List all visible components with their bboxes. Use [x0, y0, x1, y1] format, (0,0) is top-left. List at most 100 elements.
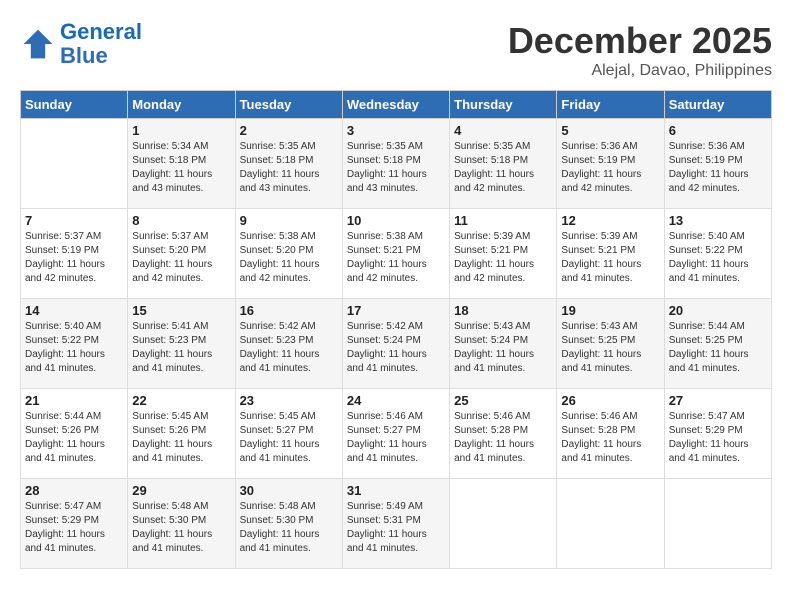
calendar-cell: 1 Sunrise: 5:34 AMSunset: 5:18 PMDaylight… [128, 119, 235, 209]
day-info: Sunrise: 5:39 AMSunset: 5:21 PMDaylight:… [454, 230, 552, 286]
day-number: 18 [454, 303, 552, 318]
day-info: Sunrise: 5:35 AMSunset: 5:18 PMDaylight:… [240, 140, 338, 196]
calendar-week-row: 21 Sunrise: 5:44 AMSunset: 5:26 PMDayligh… [21, 389, 772, 479]
day-number: 12 [561, 213, 659, 228]
day-info: Sunrise: 5:46 AMSunset: 5:28 PMDaylight:… [454, 410, 552, 466]
weekday-header-sunday: Sunday [21, 91, 128, 119]
day-info: Sunrise: 5:36 AMSunset: 5:19 PMDaylight:… [561, 140, 659, 196]
weekday-header-wednesday: Wednesday [342, 91, 449, 119]
day-info: Sunrise: 5:39 AMSunset: 5:21 PMDaylight:… [561, 230, 659, 286]
day-info: Sunrise: 5:46 AMSunset: 5:27 PMDaylight:… [347, 410, 445, 466]
page-header: General Blue December 2025 Alejal, Davao… [20, 20, 772, 80]
calendar-cell: 27Sunrise: 5:47 AMSunset: 5:29 PMDayligh… [664, 389, 771, 479]
day-number: 15 [132, 303, 230, 318]
day-info: Sunrise: 5:48 AMSunset: 5:30 PMDaylight:… [132, 500, 230, 556]
weekday-header-tuesday: Tuesday [235, 91, 342, 119]
day-number: 5 [561, 123, 659, 138]
weekday-header-friday: Friday [557, 91, 664, 119]
calendar-cell: 22Sunrise: 5:45 AMSunset: 5:26 PMDayligh… [128, 389, 235, 479]
day-info: Sunrise: 5:38 AMSunset: 5:21 PMDaylight:… [347, 230, 445, 286]
day-number: 4 [454, 123, 552, 138]
weekday-header-saturday: Saturday [664, 91, 771, 119]
day-number: 25 [454, 393, 552, 408]
calendar-cell: 23 Sunrise: 5:45 AMSunset: 5:27 PMDayligh… [235, 389, 342, 479]
day-info: Sunrise: 5:35 AMSunset: 5:18 PMDaylight:… [454, 140, 552, 196]
calendar-cell: 13Sunrise: 5:40 AMSunset: 5:22 PMDayligh… [664, 209, 771, 299]
day-number: 16 [240, 303, 338, 318]
day-info: Sunrise: 5:37 AMSunset: 5:19 PMDaylight:… [25, 230, 123, 286]
day-info: Sunrise: 5:42 AMSunset: 5:23 PMDaylight:… [240, 320, 338, 376]
day-info: Sunrise: 5:44 AMSunset: 5:26 PMDaylight:… [25, 410, 123, 466]
calendar-cell: 16 Sunrise: 5:42 AMSunset: 5:23 PMDayligh… [235, 299, 342, 389]
calendar-cell: 6Sunrise: 5:36 AMSunset: 5:19 PMDaylight… [664, 119, 771, 209]
day-info: Sunrise: 5:48 AMSunset: 5:30 PMDaylight:… [240, 500, 338, 556]
day-info: Sunrise: 5:38 AMSunset: 5:20 PMDaylight:… [240, 230, 338, 286]
day-info: Sunrise: 5:45 AMSunset: 5:26 PMDaylight:… [132, 410, 230, 466]
day-number: 23 [240, 393, 338, 408]
day-info: Sunrise: 5:44 AMSunset: 5:25 PMDaylight:… [669, 320, 767, 376]
day-number: 1 [132, 123, 230, 138]
calendar-cell: 26 Sunrise: 5:46 AMSunset: 5:28 PMDayligh… [557, 389, 664, 479]
day-number: 2 [240, 123, 338, 138]
day-info: Sunrise: 5:46 AMSunset: 5:28 PMDaylight:… [561, 410, 659, 466]
calendar-cell: 9 Sunrise: 5:38 AMSunset: 5:20 PMDaylight… [235, 209, 342, 299]
day-number: 9 [240, 213, 338, 228]
day-number: 26 [561, 393, 659, 408]
weekday-header-thursday: Thursday [450, 91, 557, 119]
day-info: Sunrise: 5:47 AMSunset: 5:29 PMDaylight:… [25, 500, 123, 556]
location: Alejal, Davao, Philippines [508, 62, 772, 80]
day-info: Sunrise: 5:40 AMSunset: 5:22 PMDaylight:… [25, 320, 123, 376]
calendar-cell: 11 Sunrise: 5:39 AMSunset: 5:21 PMDayligh… [450, 209, 557, 299]
calendar-cell: 17 Sunrise: 5:42 AMSunset: 5:24 PMDayligh… [342, 299, 449, 389]
day-number: 19 [561, 303, 659, 318]
calendar-cell [557, 479, 664, 569]
day-info: Sunrise: 5:40 AMSunset: 5:22 PMDaylight:… [669, 230, 767, 286]
day-info: Sunrise: 5:49 AMSunset: 5:31 PMDaylight:… [347, 500, 445, 556]
day-number: 3 [347, 123, 445, 138]
day-info: Sunrise: 5:42 AMSunset: 5:24 PMDaylight:… [347, 320, 445, 376]
calendar-cell: 15 Sunrise: 5:41 AMSunset: 5:23 PMDayligh… [128, 299, 235, 389]
month-title: December 2025 [508, 20, 772, 62]
day-number: 11 [454, 213, 552, 228]
day-number: 20 [669, 303, 767, 318]
day-number: 28 [25, 483, 123, 498]
logo: General Blue [20, 20, 142, 68]
calendar-cell: 28 Sunrise: 5:47 AMSunset: 5:29 PMDayligh… [21, 479, 128, 569]
calendar-cell: 12 Sunrise: 5:39 AMSunset: 5:21 PMDayligh… [557, 209, 664, 299]
calendar-cell: 24 Sunrise: 5:46 AMSunset: 5:27 PMDayligh… [342, 389, 449, 479]
calendar-cell: 18Sunrise: 5:43 AMSunset: 5:24 PMDayligh… [450, 299, 557, 389]
calendar-cell: 2 Sunrise: 5:35 AMSunset: 5:18 PMDaylight… [235, 119, 342, 209]
day-number: 24 [347, 393, 445, 408]
calendar-cell: 10 Sunrise: 5:38 AMSunset: 5:21 PMDayligh… [342, 209, 449, 299]
calendar-cell: 19Sunrise: 5:43 AMSunset: 5:25 PMDayligh… [557, 299, 664, 389]
day-number: 21 [25, 393, 123, 408]
day-info: Sunrise: 5:45 AMSunset: 5:27 PMDaylight:… [240, 410, 338, 466]
calendar-cell: 29Sunrise: 5:48 AMSunset: 5:30 PMDayligh… [128, 479, 235, 569]
day-number: 30 [240, 483, 338, 498]
day-number: 10 [347, 213, 445, 228]
calendar-cell: 5 Sunrise: 5:36 AMSunset: 5:19 PMDaylight… [557, 119, 664, 209]
day-info: Sunrise: 5:37 AMSunset: 5:20 PMDaylight:… [132, 230, 230, 286]
day-info: Sunrise: 5:36 AMSunset: 5:19 PMDaylight:… [669, 140, 767, 196]
calendar-cell [450, 479, 557, 569]
calendar-cell: 3 Sunrise: 5:35 AMSunset: 5:18 PMDaylight… [342, 119, 449, 209]
calendar-cell: 7Sunrise: 5:37 AMSunset: 5:19 PMDaylight… [21, 209, 128, 299]
day-number: 17 [347, 303, 445, 318]
logo-text: General Blue [60, 20, 142, 68]
day-info: Sunrise: 5:47 AMSunset: 5:29 PMDaylight:… [669, 410, 767, 466]
calendar-week-row: 1 Sunrise: 5:34 AMSunset: 5:18 PMDaylight… [21, 119, 772, 209]
calendar-cell: 21 Sunrise: 5:44 AMSunset: 5:26 PMDayligh… [21, 389, 128, 479]
day-info: Sunrise: 5:41 AMSunset: 5:23 PMDaylight:… [132, 320, 230, 376]
calendar-week-row: 14Sunrise: 5:40 AMSunset: 5:22 PMDayligh… [21, 299, 772, 389]
calendar-cell: 4 Sunrise: 5:35 AMSunset: 5:18 PMDaylight… [450, 119, 557, 209]
day-info: Sunrise: 5:34 AMSunset: 5:18 PMDaylight:… [132, 140, 230, 196]
calendar-cell [21, 119, 128, 209]
day-number: 31 [347, 483, 445, 498]
title-block: December 2025 Alejal, Davao, Philippines [508, 20, 772, 80]
calendar-cell: 25 Sunrise: 5:46 AMSunset: 5:28 PMDayligh… [450, 389, 557, 479]
calendar-table: SundayMondayTuesdayWednesdayThursdayFrid… [20, 90, 772, 569]
day-info: Sunrise: 5:35 AMSunset: 5:18 PMDaylight:… [347, 140, 445, 196]
weekday-header-row: SundayMondayTuesdayWednesdayThursdayFrid… [21, 91, 772, 119]
calendar-cell: 14Sunrise: 5:40 AMSunset: 5:22 PMDayligh… [21, 299, 128, 389]
calendar-cell: 31 Sunrise: 5:49 AMSunset: 5:31 PMDayligh… [342, 479, 449, 569]
